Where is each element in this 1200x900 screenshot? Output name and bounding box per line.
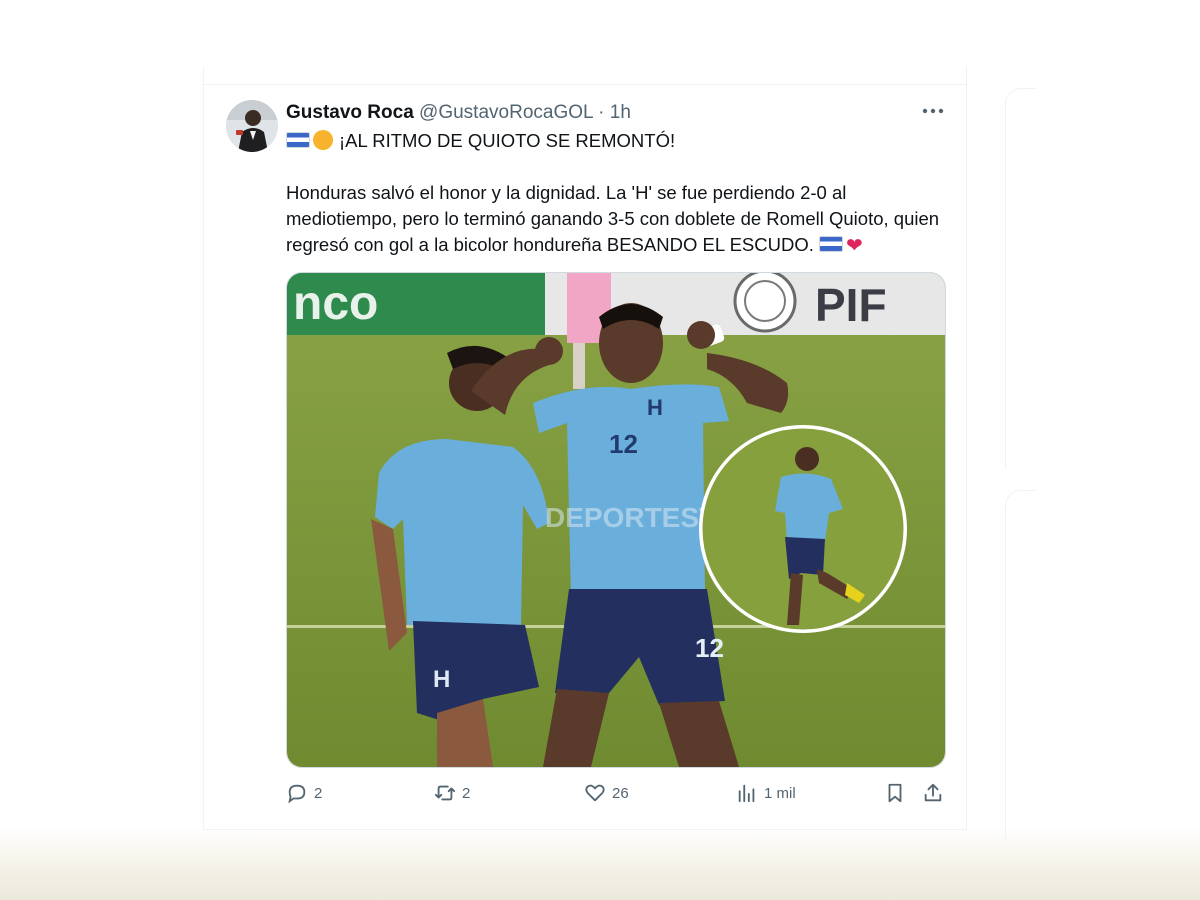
header-separator: · xyxy=(598,102,605,123)
author-handle[interactable]: @GustavoRocaGOL xyxy=(419,102,593,123)
views-chart-icon xyxy=(738,784,755,803)
tweet-card[interactable]: Gustavo Roca @GustavoRocaGOL · 1h ¡AL RI… xyxy=(203,66,967,830)
reply-button[interactable]: 2 xyxy=(286,782,322,804)
jersey-number: 12 xyxy=(609,429,638,459)
honduras-flag-icon xyxy=(819,236,843,252)
share-icon xyxy=(924,783,942,802)
tweet-body-paragraph: Honduras salvó el honor y la dignidad. L… xyxy=(286,180,946,259)
avatar[interactable] xyxy=(226,100,278,152)
views-count: 1 mil xyxy=(764,784,796,802)
photo-scene: nco PIF H 12 H DEPORTESTV 12 xyxy=(287,273,945,767)
author-name[interactable]: Gustavo Roca xyxy=(286,102,414,123)
timestamp[interactable]: 1h xyxy=(610,102,631,123)
tweet-text: ¡AL RITMO DE QUIOTO SE REMONTÓ! Honduras… xyxy=(286,128,946,259)
more-options-button[interactable] xyxy=(919,100,947,122)
svg-text:12: 12 xyxy=(695,633,724,663)
red-heart-icon: ❤ xyxy=(846,235,863,257)
heart-icon xyxy=(585,784,605,802)
sidebar-panel-edge xyxy=(1005,88,1036,469)
reply-count: 2 xyxy=(314,784,323,802)
svg-text:H: H xyxy=(647,395,663,420)
tweet-actions-bar: 2 2 26 1 mil xyxy=(286,782,946,808)
retweet-button[interactable]: 2 xyxy=(434,782,470,804)
more-dots-icon xyxy=(922,108,944,114)
tweet-headline-line: ¡AL RITMO DE QUIOTO SE REMONTÓ! xyxy=(286,128,946,154)
reply-icon xyxy=(288,784,306,804)
tweet-photo[interactable]: nco PIF H 12 H DEPORTESTV 12 xyxy=(286,272,946,768)
svg-text:H: H xyxy=(433,666,450,693)
bookmark-icon xyxy=(888,783,902,803)
divider xyxy=(204,829,966,830)
tweet-header: Gustavo Roca @GustavoRocaGOL · 1h xyxy=(286,102,631,124)
retweet-icon xyxy=(434,785,456,801)
face-emoji-icon xyxy=(313,130,333,150)
bookmark-button[interactable] xyxy=(884,782,906,804)
divider xyxy=(204,84,966,85)
views-button[interactable]: 1 mil xyxy=(736,782,796,804)
sidebar-panel-edge xyxy=(1005,490,1036,841)
retweet-count: 2 xyxy=(462,784,471,802)
banner-left-text: nco xyxy=(293,277,378,330)
tweet-headline: ¡AL RITMO DE QUIOTO SE REMONTÓ! xyxy=(339,130,676,151)
share-button[interactable] xyxy=(922,782,944,804)
avatar-image xyxy=(226,100,278,152)
honduras-flag-icon xyxy=(286,132,310,148)
banner-right-text: PIF xyxy=(815,279,887,331)
like-count: 26 xyxy=(612,784,629,802)
like-button[interactable]: 26 xyxy=(584,782,629,804)
